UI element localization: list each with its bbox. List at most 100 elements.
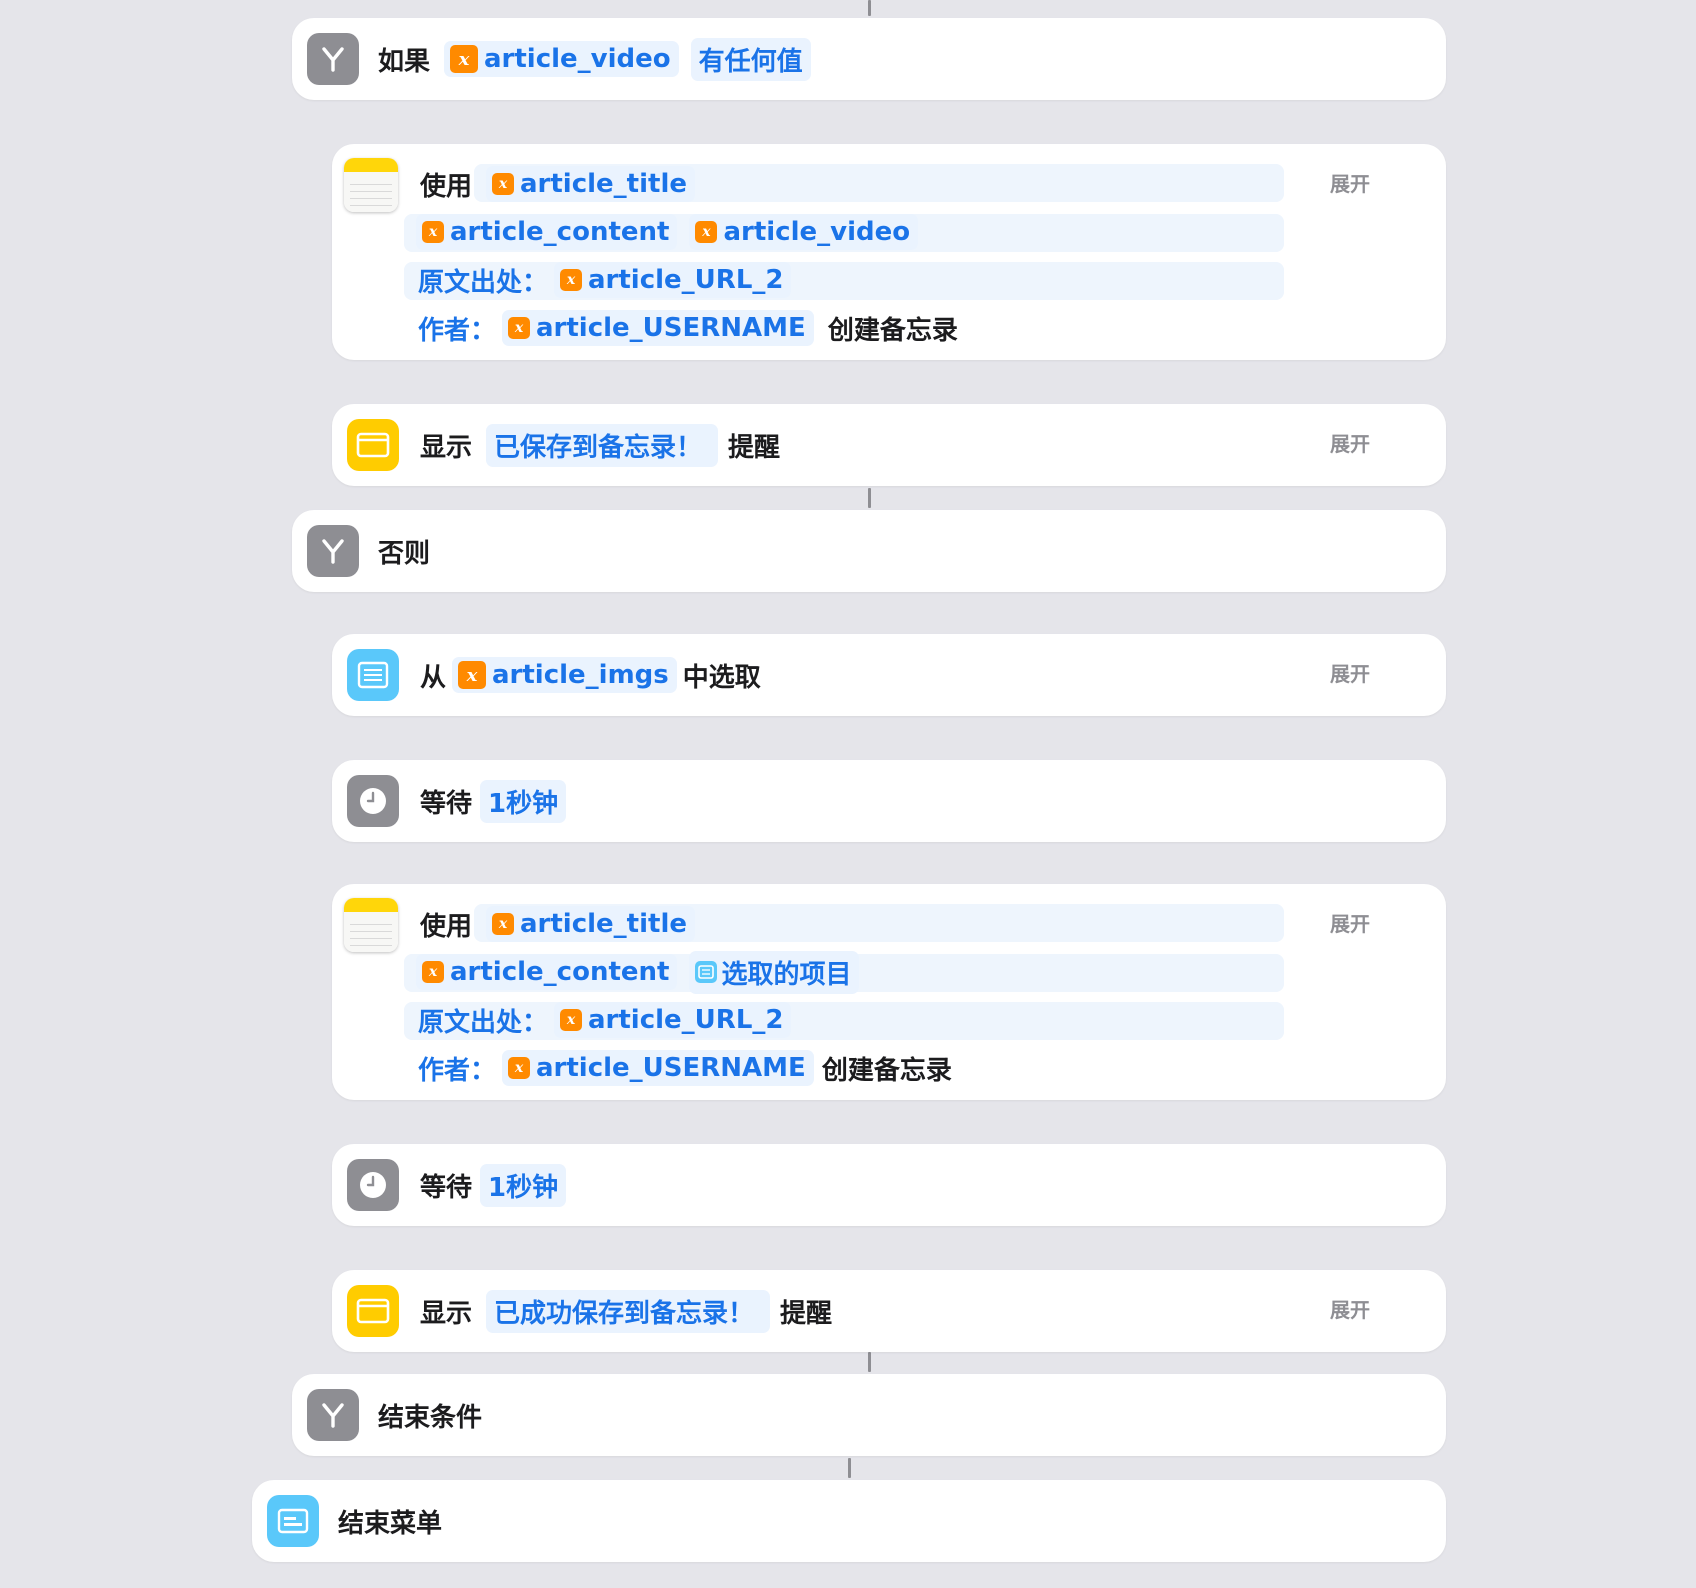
variable-label: article_title: [520, 909, 687, 939]
variable-token[interactable]: x article_content: [416, 214, 678, 250]
author-label: 作者：: [418, 315, 497, 346]
variable-label: article_imgs: [492, 660, 669, 690]
variable-label: article_title: [520, 169, 687, 199]
variable-label: article_URL_2: [588, 1005, 784, 1035]
variable-token[interactable]: x article_title: [486, 166, 695, 202]
duration-token[interactable]: 1秒钟: [480, 779, 567, 823]
menu-icon: [267, 1495, 319, 1547]
variable-x-icon: x: [422, 961, 444, 983]
variable-x-icon: x: [695, 221, 718, 243]
wait-verb: 等待: [420, 1172, 473, 1203]
wait-card[interactable]: 等待 1秒钟: [332, 760, 1446, 842]
variable-label: article_video: [484, 44, 671, 74]
variable-token[interactable]: x article_content: [416, 954, 678, 990]
note-row-3: 原文出处： x article_URL_2: [418, 996, 797, 1044]
alert-message-token[interactable]: 已成功保存到备忘录！: [486, 1289, 771, 1333]
create-note-card[interactable]: 使用 x article_title x article_content x a…: [332, 144, 1446, 360]
selected-item-label: 选取的项目: [721, 959, 852, 990]
variable-token[interactable]: x article_USERNAME: [502, 1050, 814, 1086]
expand-button[interactable]: 展开: [1330, 428, 1370, 457]
from-word: 从: [420, 662, 447, 693]
end-if-card[interactable]: 结束条件: [292, 1374, 1446, 1456]
wait-verb: 等待: [420, 788, 473, 819]
alert-row: 显示 已成功保存到备忘录！ 提醒: [420, 1287, 832, 1335]
flow-connector: [868, 0, 871, 16]
notes-icon: [344, 158, 398, 212]
flow-connector: [848, 1458, 851, 1478]
variable-token[interactable]: x article_URL_2: [554, 262, 792, 298]
wait-card[interactable]: 等待 1秒钟: [332, 1144, 1446, 1226]
author-label: 作者：: [418, 1055, 497, 1086]
create-note-action: 创建备忘录: [821, 1055, 952, 1086]
if-keyword: 如果: [378, 46, 431, 77]
expand-button[interactable]: 展开: [1330, 658, 1370, 687]
variable-label: article_video: [723, 217, 911, 247]
if-row: 如果 x article_video 有任何值: [378, 35, 817, 83]
flow-connector: [868, 1352, 871, 1372]
expand-button[interactable]: 展开: [1330, 1294, 1370, 1323]
list-icon: [347, 649, 399, 701]
use-verb: 使用: [420, 911, 473, 942]
variable-token[interactable]: x article_USERNAME: [502, 310, 814, 346]
variable-label: article_content: [450, 217, 670, 247]
branch-icon: [307, 33, 359, 85]
variable-x-icon: x: [450, 45, 479, 73]
variable-x-icon: x: [492, 913, 515, 935]
end-if-row: 结束条件: [378, 1391, 482, 1439]
create-note-card[interactable]: 使用 x article_title x article_content 选取的…: [332, 884, 1446, 1100]
variable-token[interactable]: x article_imgs: [452, 657, 677, 693]
variable-label: article_USERNAME: [536, 1053, 806, 1083]
variable-x-icon: x: [508, 317, 531, 339]
source-label: 原文出处：: [418, 267, 549, 298]
variable-label: article_URL_2: [588, 265, 784, 295]
end-if-label: 结束条件: [378, 1402, 483, 1433]
variable-x-icon: x: [422, 221, 444, 243]
note-row-3: 原文出处： x article_URL_2: [418, 256, 797, 304]
show-verb: 显示: [420, 1298, 473, 1329]
variable-token[interactable]: x article_URL_2: [554, 1002, 792, 1038]
end-menu-label: 结束菜单: [338, 1508, 443, 1539]
choose-action: 中选取: [682, 662, 761, 693]
otherwise-label: 否则: [378, 538, 431, 569]
choose-row: 从 x article_imgs 中选取: [420, 651, 761, 699]
show-alert-card[interactable]: 显示 已保存到备忘录！ 提醒 展开: [332, 404, 1446, 486]
choose-from-list-card[interactable]: 从 x article_imgs 中选取 展开: [332, 634, 1446, 716]
note-row-1: 使用 x article_title: [420, 900, 701, 948]
expand-button[interactable]: 展开: [1330, 908, 1370, 937]
alert-message-token[interactable]: 已保存到备忘录！: [486, 423, 719, 467]
variable-token[interactable]: x article_video: [444, 41, 679, 77]
branch-icon: [307, 525, 359, 577]
alert-window-icon: [347, 1285, 399, 1337]
variable-x-icon: x: [492, 173, 515, 195]
alert-action: 提醒: [728, 432, 781, 463]
use-verb: 使用: [420, 171, 473, 202]
flow-connector: [868, 488, 871, 508]
clock-icon: [347, 775, 399, 827]
note-row-4: 作者： x article_USERNAME 创建备忘录: [418, 304, 958, 352]
variable-x-icon: x: [560, 269, 583, 291]
create-note-action: 创建备忘录: [827, 315, 958, 346]
alert-window-icon: [347, 419, 399, 471]
note-row-2: x article_content x article_video: [410, 208, 924, 256]
condition-token[interactable]: 有任何值: [690, 37, 811, 81]
show-verb: 显示: [420, 432, 473, 463]
variable-x-icon: x: [560, 1009, 583, 1031]
otherwise-card[interactable]: 否则: [292, 510, 1446, 592]
end-menu-row: 结束菜单: [338, 1497, 442, 1545]
selected-item-token[interactable]: 选取的项目: [689, 950, 860, 994]
variable-label: article_content: [450, 957, 670, 987]
variable-x-icon: x: [508, 1057, 531, 1079]
if-action-card[interactable]: 如果 x article_video 有任何值: [292, 18, 1446, 100]
variable-label: article_USERNAME: [536, 313, 806, 343]
expand-button[interactable]: 展开: [1330, 168, 1370, 197]
duration-token[interactable]: 1秒钟: [480, 1163, 567, 1207]
note-row-4: 作者： x article_USERNAME 创建备忘录: [418, 1044, 952, 1092]
variable-token[interactable]: x article_title: [486, 906, 695, 942]
show-alert-card[interactable]: 显示 已成功保存到备忘录！ 提醒 展开: [332, 1270, 1446, 1352]
variable-token[interactable]: x article_video: [689, 214, 919, 250]
alert-action: 提醒: [780, 1298, 833, 1329]
note-row-2: x article_content 选取的项目: [410, 948, 865, 996]
otherwise-row: 否则: [378, 527, 430, 575]
clock-icon: [347, 1159, 399, 1211]
end-menu-card[interactable]: 结束菜单: [252, 1480, 1446, 1562]
